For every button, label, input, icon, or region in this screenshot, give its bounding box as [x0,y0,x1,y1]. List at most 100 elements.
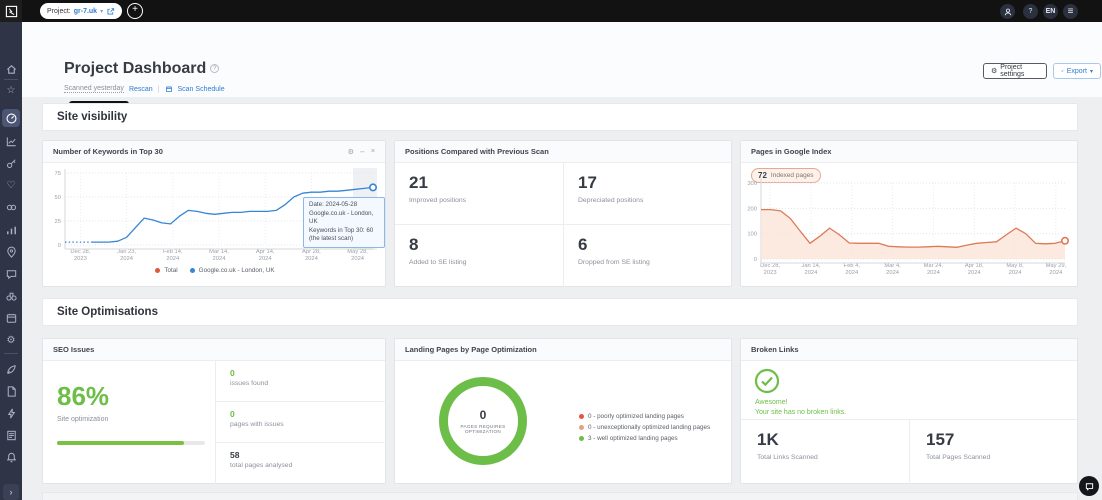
schedule-calendar-icon [165,85,173,93]
broken-links-status: Awesome! Your site has no broken links. [741,361,1079,420]
sidebar-item-quick-audit[interactable] [4,406,18,420]
sidebar-item-rankings[interactable] [4,134,18,148]
chat-icon [5,268,18,281]
bell-icon [5,451,18,464]
stat-links-scanned: 1K Total Links Scanned [741,420,910,485]
widget-resize-icon[interactable]: ↔ [359,148,366,156]
title-help-icon[interactable]: ? [210,64,219,73]
scanned-status[interactable]: Scanned yesterday [64,85,124,93]
x-axis-label: 2023 [764,270,777,276]
user-icon [1003,7,1013,17]
se-ranking-logo[interactable] [0,0,22,22]
report-list-icon [5,429,18,442]
scan-schedule-link[interactable]: Scan Schedule [178,86,225,93]
latest-point-marker [370,184,376,190]
language-button[interactable]: EN [1043,4,1058,19]
home-icon [5,63,18,76]
add-project-button[interactable]: + [127,3,143,19]
export-button[interactable]: Export ▾ [1053,63,1101,79]
sidebar-item-home[interactable] [4,62,18,76]
stat-added: 8 Added to SE listing [395,225,564,288]
sidebar: ☆ ♡ ⚙ › [0,22,22,500]
x-axis-label: 2024 [213,256,227,262]
gear-icon: ⚙ [7,335,16,346]
stat-label: Improved positions [409,197,549,204]
sidebar-item-reports[interactable] [4,428,18,442]
project-settings-button[interactable]: ⚙Project settings [983,63,1047,79]
section-site-visibility: Site visibility [42,103,1078,131]
seo-score-percent: 86% [57,381,109,412]
legend-google-uk[interactable]: Google.co.uk - London, UK [190,267,275,274]
x-axis-label: 2024 [968,270,982,276]
sidebar-divider [4,79,18,80]
star-icon: ☆ [7,85,16,96]
card-title: Number of Keywords in Top 30 [53,147,163,156]
help-button[interactable]: ? [1023,4,1038,19]
menu-button[interactable]: ≡ [1063,4,1078,19]
x-axis-label: 2024 [351,256,365,262]
stat-label: Added to SE listing [409,259,549,266]
x-axis-label: May 8, [1006,263,1024,269]
x-axis-label: Dec 28, [760,263,780,269]
project-label: Project: [47,8,71,15]
y-axis-label: 50 [55,195,61,201]
sidebar-item-competitors[interactable] [4,289,18,303]
gauge-icon [5,112,18,125]
legend-unexceptionally[interactable]: 0 - unexceptionally optimized landing pa… [579,424,710,431]
sidebar-item-analytics[interactable] [4,223,18,237]
y-axis-label: 200 [747,206,757,212]
key-icon [5,157,18,170]
sidebar-item-promote[interactable] [4,362,18,376]
legend-well[interactable]: 3 - well optimized landing pages [579,435,710,442]
project-selector[interactable]: Project: gr-7.uk ▾ [40,3,122,19]
x-axis-label: Apr 18, [965,263,984,269]
sidebar-item-backlinks[interactable] [4,200,18,214]
sidebar-item-pages[interactable] [4,384,18,398]
support-chat-button[interactable] [1079,476,1099,496]
sidebar-item-keywords[interactable] [4,156,18,170]
broken-awesome-text: Awesome! [755,399,788,406]
sidebar-item-social-media[interactable] [4,267,18,281]
sidebar-item-website-audit[interactable]: ♡ [4,178,18,192]
sidebar-expand-button[interactable]: › [3,484,19,500]
sidebar-item-project-dashboard[interactable] [4,111,18,125]
sidebar-item-local-marketing[interactable] [4,245,18,259]
sidebar-item-favorites[interactable]: ☆ [4,83,18,97]
sidebar-item-notifications[interactable] [4,450,18,464]
donut-center-label: PAGES REQUIRES OPTIMIZATION [450,424,516,434]
donut-center: 0 PAGES REQUIRES OPTIMIZATION [435,373,531,469]
sidebar-item-settings[interactable]: ⚙ [4,333,18,347]
export-plane-icon [1061,67,1064,75]
project-name: gr-7.uk [74,8,97,15]
card-keywords-top30: Number of Keywords in Top 30 ⚙ ↔ × 02550… [42,140,386,287]
card-seo-issues: SEO Issues 86% Site optimization 0 issue… [42,338,386,484]
card-google-index: Pages in Google Index 72 Indexed pages 0… [740,140,1078,287]
external-link-icon[interactable] [106,7,115,16]
topbar: Project: gr-7.uk ▾ + ? EN ≡ [0,0,1102,22]
stat-label: pages with issues [230,421,373,428]
x-axis-label: Dec 28, [70,249,90,255]
account-button[interactable] [1000,4,1015,19]
stat-label: Depreciated positions [578,197,719,204]
expand-arrow-icon: › [10,487,13,497]
legend-dot-green [579,436,584,441]
help-icon: ? [1029,8,1033,15]
x-axis-label: 2024 [1009,270,1023,276]
x-axis-label: Jan 23, [117,249,136,255]
x-axis-label: 2024 [886,270,900,276]
sidebar-item-content-plan[interactable] [4,311,18,325]
index-area-chart[interactable]: 0100200300Dec 28,2023Jan 14,2024Feb 4,20… [741,163,1079,288]
x-axis-label: Feb 4, [844,263,861,269]
seo-score-label: Site optimization [57,416,108,423]
widget-close-icon[interactable]: × [371,148,375,156]
legend-poorly[interactable]: 0 - poorly optimized landing pages [579,413,710,420]
legend-total[interactable]: Total [155,267,177,274]
chart-tooltip: Date: 2024-05-28 Google.co.uk - London, … [303,197,385,248]
rescan-link[interactable]: Rescan [129,86,153,93]
widget-settings-icon[interactable]: ⚙ [348,148,354,156]
stat-value: 157 [926,430,1063,450]
broken-message-text: Your site has no broken links. [755,409,846,416]
donut-center-value: 0 [480,408,487,422]
card-title: Landing Pages by Page Optimization [405,345,537,354]
stat-improved: 21 Improved positions [395,163,564,225]
